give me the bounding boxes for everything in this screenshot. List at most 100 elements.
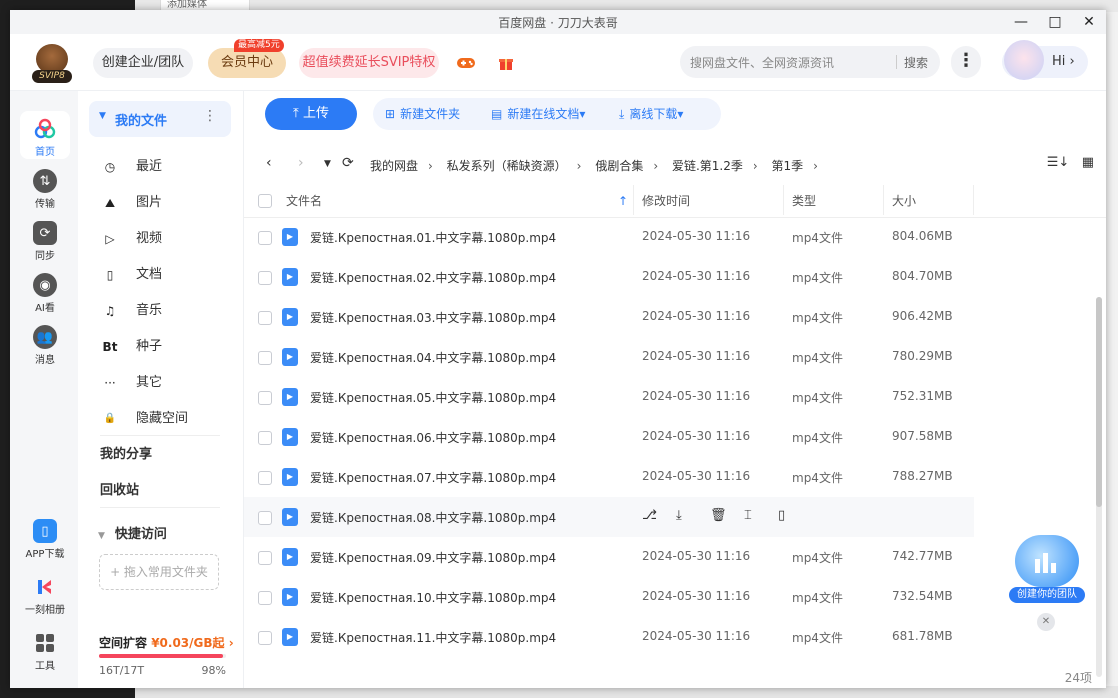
- file-name[interactable]: 爱链.Крепостная.10.中文字幕.1080p.mp4: [310, 589, 556, 606]
- history-dropdown-icon[interactable]: ▼: [324, 159, 331, 169]
- minimize-button[interactable]: —: [1004, 10, 1038, 34]
- row-checkbox[interactable]: [258, 471, 272, 485]
- nav-item-music[interactable]: ♫ 音乐: [100, 296, 240, 326]
- breadcrumb-item[interactable]: 俄剧合集: [595, 159, 643, 173]
- rail-item-tools[interactable]: 工具: [20, 625, 70, 673]
- row-checkbox[interactable]: [258, 551, 272, 565]
- column-header-name[interactable]: 文件名: [286, 185, 322, 217]
- nav-my-share[interactable]: 我的分享: [100, 440, 240, 470]
- table-row[interactable]: ▶ 爱链.Крепостная.11.中文字幕.1080p.mp4 2024-05-…: [244, 617, 974, 657]
- table-row[interactable]: ▶ 爱链.Крепостная.04.中文字幕.1080p.mp4 2024-05-…: [244, 337, 974, 377]
- file-name[interactable]: 爱链.Крепостная.09.中文字幕.1080p.mp4: [310, 549, 556, 566]
- table-row[interactable]: ▶ 爱链.Крепостная.01.中文字幕.1080p.mp4 2024-05-…: [244, 217, 974, 257]
- avatar[interactable]: SVIP8: [30, 44, 74, 83]
- file-name[interactable]: 爱链.Крепостная.08.中文字幕.1080p.mp4: [310, 509, 556, 526]
- forward-icon[interactable]: ›: [298, 155, 304, 171]
- rail-item-album[interactable]: 一刻相册: [20, 569, 70, 617]
- file-name[interactable]: 爱链.Крепостная.05.中文字幕.1080p.mp4: [310, 389, 556, 406]
- close-button[interactable]: ✕: [1072, 10, 1106, 34]
- file-name[interactable]: 爱链.Крепостная.11.中文字幕.1080p.mp4: [310, 629, 556, 646]
- nav-item-hidden-space[interactable]: 🔒 隐藏空间: [100, 404, 240, 434]
- nav-item-recent[interactable]: ◷ 最近: [100, 152, 240, 182]
- file-name[interactable]: 爱链.Крепостная.03.中文字幕.1080p.mp4: [310, 309, 556, 326]
- sort-list-icon[interactable]: ☰↓: [1047, 155, 1070, 170]
- assistant-button[interactable]: Hi ›: [1002, 40, 1088, 80]
- table-row[interactable]: ▶ 爱链.Крепостная.10.中文字幕.1080p.mp4 2024-05-…: [244, 577, 974, 617]
- sort-ascending-icon[interactable]: ↑: [618, 185, 628, 217]
- nav-my-files[interactable]: ▼ 我的文件 ⋮: [89, 101, 231, 137]
- grid-view-icon[interactable]: ▦: [1082, 155, 1094, 170]
- create-team-widget[interactable]: 创建你的团队 ✕: [1007, 535, 1087, 631]
- row-checkbox[interactable]: [258, 631, 272, 645]
- nav-item-videos[interactable]: ▷ 视频: [100, 224, 240, 254]
- breadcrumb-item[interactable]: 我的网盘: [370, 159, 418, 173]
- table-row[interactable]: ▶ 爱链.Крепостная.06.中文字幕.1080p.mp4 2024-05-…: [244, 417, 974, 457]
- rail-item-app-download[interactable]: ▯ APP下载: [20, 513, 70, 561]
- nav-item-images[interactable]: ⛰ 图片: [100, 188, 240, 218]
- row-checkbox[interactable]: [258, 391, 272, 405]
- more-menu-button[interactable]: ⋮: [951, 46, 981, 78]
- row-checkbox[interactable]: [258, 591, 272, 605]
- close-icon[interactable]: ✕: [1037, 613, 1055, 631]
- search-box[interactable]: 搜网盘文件、全网资源资讯 搜索: [680, 46, 940, 78]
- nav-item-others[interactable]: ··· 其它: [100, 368, 240, 398]
- rail-item-home[interactable]: 首页: [20, 111, 70, 159]
- upload-button[interactable]: ⤒ 上传: [265, 98, 357, 130]
- share-icon[interactable]: ⎇: [642, 508, 676, 523]
- table-row[interactable]: ▶ 爱链.Крепостная.03.中文字幕.1080p.mp4 2024-05-…: [244, 297, 974, 337]
- scrollbar-thumb[interactable]: [1096, 297, 1102, 507]
- nav-recycle-bin[interactable]: 回收站: [100, 476, 240, 506]
- row-checkbox[interactable]: [258, 311, 272, 325]
- column-header-size[interactable]: 大小: [892, 185, 916, 217]
- rail-item-message[interactable]: 👥 消息: [20, 319, 70, 367]
- row-checkbox[interactable]: [258, 511, 272, 525]
- space-expand-link[interactable]: 空间扩容 ¥0.03/GB起 ›: [99, 634, 234, 651]
- rail-item-sync[interactable]: ⟳ 同步: [20, 215, 70, 263]
- breadcrumb-item[interactable]: 爱链.第1.2季: [672, 159, 743, 173]
- row-checkbox[interactable]: [258, 271, 272, 285]
- row-checkbox[interactable]: [258, 431, 272, 445]
- row-checkbox[interactable]: [258, 351, 272, 365]
- delete-icon[interactable]: 🗑: [710, 508, 744, 523]
- new-online-doc-button[interactable]: ▤ 新建在线文档 ▾: [477, 98, 605, 130]
- renew-svip-button[interactable]: 超值续费延长SVIP特权: [299, 48, 439, 78]
- more-options-icon[interactable]: ⋮: [203, 108, 217, 124]
- rail-item-ai[interactable]: ◉ AI看: [20, 267, 70, 315]
- rail-item-transfer[interactable]: ⇅ 传输: [20, 163, 70, 211]
- scrollbar[interactable]: [1096, 297, 1102, 677]
- table-row[interactable]: ▶ 爱链.Крепостная.02.中文字幕.1080p.mp4 2024-05-…: [244, 257, 974, 297]
- file-name[interactable]: 爱链.Крепостная.01.中文字幕.1080p.mp4: [310, 229, 556, 246]
- vip-center-button[interactable]: 会员中心: [208, 48, 286, 78]
- refresh-icon[interactable]: ⟳: [342, 155, 354, 171]
- file-name[interactable]: 爱链.Крепостная.07.中文字幕.1080p.mp4: [310, 469, 556, 486]
- new-folder-button[interactable]: ⊞ 新建文件夹: [373, 98, 477, 130]
- file-name[interactable]: 爱链.Крепостная.02.中文字幕.1080p.mp4: [310, 269, 556, 286]
- search-button[interactable]: 搜索: [904, 54, 928, 71]
- column-header-modified[interactable]: 修改时间: [642, 185, 690, 217]
- breadcrumb-item[interactable]: 第1季: [772, 159, 804, 173]
- back-icon[interactable]: ‹: [266, 155, 272, 171]
- send-to-phone-icon[interactable]: ▯: [778, 508, 812, 523]
- row-checkbox[interactable]: [258, 231, 272, 245]
- offline-download-button[interactable]: ⤓ 离线下载 ▾: [605, 98, 721, 130]
- quick-access-header[interactable]: ▼ 快捷访问: [98, 523, 167, 542]
- game-icon[interactable]: [454, 51, 478, 75]
- table-row[interactable]: ▶ 爱链.Крепостная.09.中文字幕.1080p.mp4 2024-05-…: [244, 537, 974, 577]
- column-header-type[interactable]: 类型: [792, 185, 816, 217]
- select-all-checkbox[interactable]: [258, 194, 272, 208]
- rename-icon[interactable]: ⌶: [744, 508, 778, 523]
- search-input[interactable]: 搜网盘文件、全网资源资讯: [690, 54, 834, 71]
- nav-item-documents[interactable]: ▯ 文档: [100, 260, 240, 290]
- table-row[interactable]: ▶ 爱链.Крепостная.05.中文字幕.1080p.mp4 2024-05-…: [244, 377, 974, 417]
- download-icon[interactable]: ⤓: [676, 508, 710, 523]
- file-name[interactable]: 爱链.Крепостная.04.中文字幕.1080p.mp4: [310, 349, 556, 366]
- nav-item-torrents[interactable]: Bt 种子: [100, 332, 240, 362]
- gift-icon[interactable]: [494, 51, 518, 75]
- file-name[interactable]: 爱链.Крепостная.06.中文字幕.1080p.mp4: [310, 429, 556, 446]
- breadcrumb-item[interactable]: 私发系列（稀缺资源）: [447, 159, 567, 173]
- create-enterprise-button[interactable]: 创建企业/团队: [93, 48, 193, 78]
- table-row[interactable]: ▶ 爱链.Крепостная.07.中文字幕.1080p.mp4 2024-05-…: [244, 457, 974, 497]
- maximize-button[interactable]: □: [1038, 10, 1072, 34]
- drop-folder-zone[interactable]: + 拖入常用文件夹: [99, 554, 219, 590]
- table-row[interactable]: ▶ 爱链.Крепостная.08.中文字幕.1080p.mp4 ⎇ ⤓ 🗑 ⌶ ▯: [244, 497, 974, 537]
